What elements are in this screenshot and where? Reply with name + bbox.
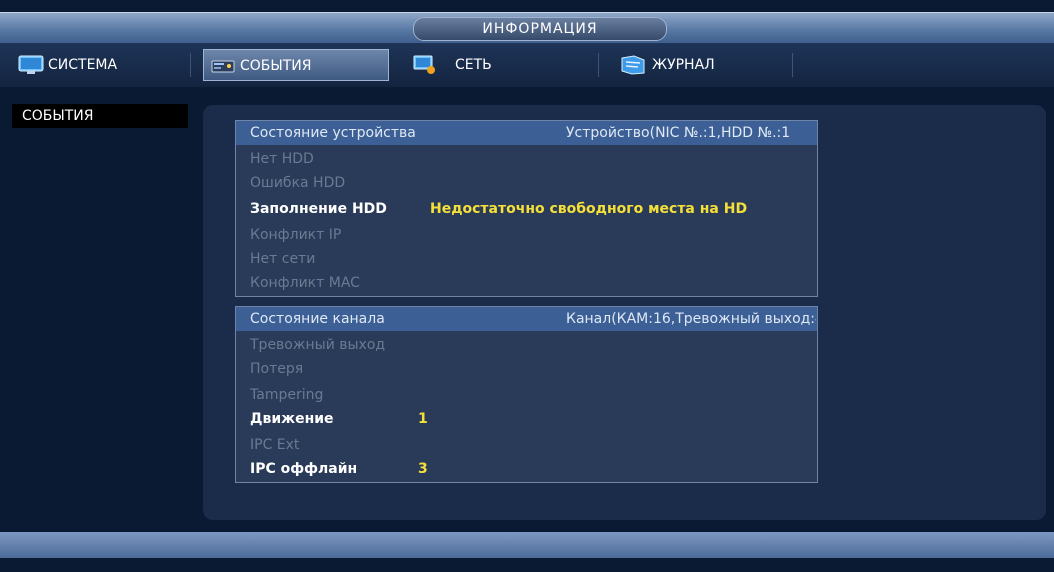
- title-bar: ИНФОРМАЦИЯ: [0, 12, 1054, 43]
- tab-divider: [792, 53, 793, 77]
- channel-row-alarm-out: Тревожный выход: [250, 337, 386, 353]
- channel-status-summary: Канал(КАМ:16,Тревожный выход:4: [566, 311, 816, 327]
- channel-row-label: IPC оффлайн: [250, 461, 358, 477]
- tab-divider: [190, 53, 191, 77]
- log-icon: [620, 54, 646, 76]
- device-row-label: Заполнение HDD: [250, 201, 387, 217]
- channel-row-value: 3: [418, 461, 428, 477]
- window-title: ИНФОРМАЦИЯ: [413, 17, 667, 41]
- device-row-hdd-error: Ошибка HDD: [250, 175, 346, 191]
- device-status-title: Состояние устройства: [250, 125, 416, 141]
- sidebar-item-events[interactable]: СОБЫТИЯ: [12, 104, 188, 128]
- channel-row-label: Движение: [250, 411, 334, 427]
- channel-row-motion: Движение 1: [250, 407, 550, 431]
- channel-row-value: 1: [418, 411, 428, 427]
- tab-divider: [598, 53, 599, 77]
- channel-status-header: Состояние канала Канал(КАМ:16,Тревожный …: [236, 307, 817, 331]
- tab-bar: СИСТЕМА СОБЫТИЯ СЕТЬ ЖУРНАЛ: [0, 43, 1054, 87]
- device-row-value: Недостаточно свободного места на HD: [430, 201, 748, 217]
- tab-log[interactable]: ЖУРНАЛ: [620, 49, 790, 81]
- dvr-screen: ИНФОРМАЦИЯ СИСТЕМА СОБЫТИЯ СЕТЬ ЖУРНАЛ С…: [0, 0, 1054, 572]
- channel-row-tampering: Tampering: [250, 387, 324, 403]
- dvr-icon: [210, 55, 236, 77]
- channel-status-group: Состояние канала Канал(КАМ:16,Тревожный …: [235, 306, 818, 483]
- device-status-header: Состояние устройства Устройство(NIC №.:1…: [236, 121, 817, 145]
- channel-status-title: Состояние канала: [250, 311, 385, 327]
- device-row-no-hdd: Нет HDD: [250, 151, 314, 167]
- status-bar: [0, 532, 1054, 558]
- channel-row-loss: Потеря: [250, 361, 304, 377]
- device-row-mac-conflict: Конфликт MAC: [250, 275, 360, 291]
- tab-label: ЖУРНАЛ: [652, 57, 715, 73]
- tab-system[interactable]: СИСТЕМА: [12, 49, 172, 81]
- tab-network[interactable]: СЕТЬ: [405, 49, 565, 81]
- tab-label: СИСТЕМА: [48, 57, 118, 73]
- device-status-group: Состояние устройства Устройство(NIC №.:1…: [235, 120, 818, 297]
- channel-row-ipc-offline: IPC оффлайн 3: [250, 457, 550, 481]
- tab-label: СЕТЬ: [455, 57, 492, 73]
- channel-row-ipc-ext: IPC Ext: [250, 437, 300, 453]
- network-icon: [411, 54, 437, 76]
- device-row-ip-conflict: Конфликт IP: [250, 227, 342, 243]
- device-status-summary: Устройство(NIC №.:1,HDD №.:1: [566, 125, 791, 141]
- info-panel: Состояние устройства Устройство(NIC №.:1…: [203, 105, 1046, 520]
- monitor-icon: [18, 54, 44, 76]
- tab-events[interactable]: СОБЫТИЯ: [203, 49, 389, 81]
- device-row-no-network: Нет сети: [250, 251, 316, 267]
- device-row-hdd-full: Заполнение HDD Недостаточно свободного м…: [250, 197, 810, 221]
- tab-label: СОБЫТИЯ: [240, 58, 312, 74]
